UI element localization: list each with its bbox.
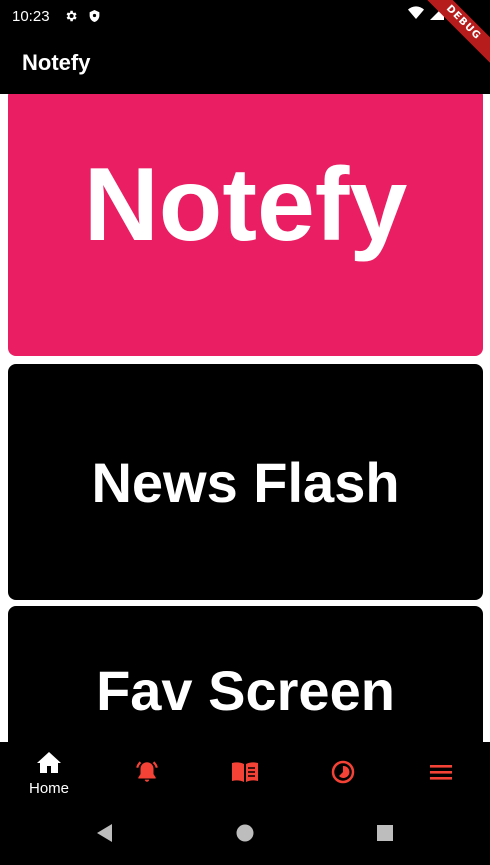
notefy-card-title: Notefy <box>83 146 408 263</box>
recents-icon <box>376 824 394 847</box>
system-navigation-bar <box>0 806 490 865</box>
timer-icon <box>331 760 355 789</box>
back-icon <box>96 823 114 848</box>
shield-icon <box>88 9 101 23</box>
notefy-card[interactable]: Notefy <box>8 94 483 356</box>
app-bar: Notefy <box>0 32 490 94</box>
nav-item-timer[interactable] <box>294 742 392 806</box>
wifi-icon <box>408 6 424 24</box>
nav-label-home: Home <box>28 780 69 797</box>
bottom-navigation-bar: Home <box>0 742 490 806</box>
status-bar: 10:23 <box>0 0 490 32</box>
nav-item-home[interactable]: Home <box>0 742 98 806</box>
fav-screen-card-title: Fav Screen <box>96 659 395 722</box>
menu-icon <box>429 762 453 787</box>
main-content[interactable]: Notefy News Flash Fav Screen <box>0 94 490 742</box>
app-bar-title: Notefy <box>22 50 91 75</box>
home-system-button[interactable] <box>175 823 315 848</box>
back-button[interactable] <box>35 823 175 848</box>
recents-button[interactable] <box>315 824 455 847</box>
home-icon <box>36 751 62 778</box>
alarm-bell-icon <box>134 759 160 790</box>
status-time: 10:23 <box>12 7 50 25</box>
news-flash-card-title: News Flash <box>91 450 400 514</box>
settings-icon <box>64 9 78 23</box>
nav-item-book[interactable] <box>196 742 294 806</box>
nav-item-menu[interactable] <box>392 742 490 806</box>
nav-item-alarm[interactable] <box>98 742 196 806</box>
home-circle-icon <box>235 823 255 848</box>
book-icon <box>231 761 259 788</box>
news-flash-card[interactable]: News Flash <box>8 364 483 600</box>
fav-screen-card[interactable]: Fav Screen <box>8 606 483 742</box>
device-screen: 10:23 DEBUG Notefy Notefy News Flash Fav… <box>0 0 490 865</box>
